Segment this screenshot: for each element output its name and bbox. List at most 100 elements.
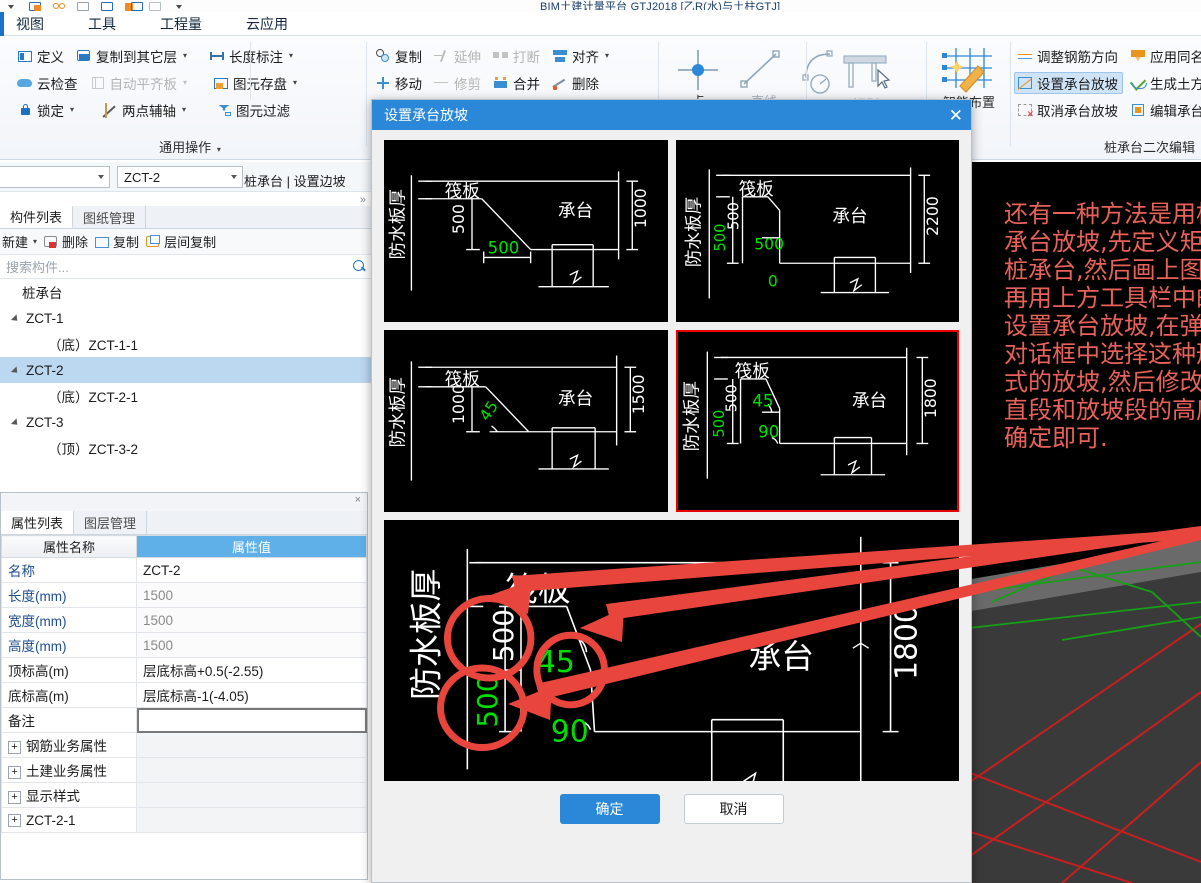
close-icon[interactable]: ×: [355, 494, 361, 506]
tree-node-zct-2[interactable]: ZCT-2: [0, 357, 372, 383]
ribbon-lock-button[interactable]: 锁定 ▾: [14, 99, 79, 121]
expander-icon[interactable]: [12, 365, 22, 375]
ribbon-set-cap-slope-button[interactable]: 设置承台放坡: [1014, 71, 1123, 94]
ribbon-element-filter-button[interactable]: 图元过滤: [213, 99, 295, 121]
save-icon[interactable]: [28, 1, 43, 12]
slope-diagram-1: 防水板厚 筏板 承台 500 500 1000: [389, 171, 650, 291]
chevron-down-icon[interactable]: ▾: [217, 145, 221, 154]
chevron-down-icon[interactable]: ▾: [605, 51, 609, 60]
delete-icon: [552, 75, 568, 91]
more-icon[interactable]: [172, 1, 187, 12]
ribbon-break-button[interactable]: 打断: [490, 45, 545, 67]
ribbon-generate-earthwork-button[interactable]: 生成土方: [1127, 72, 1201, 94]
expander-icon[interactable]: [12, 313, 22, 323]
ribbon-auto-align-slab-button[interactable]: 自动平齐板 ▾: [87, 72, 193, 94]
slope-option-1[interactable]: 防水板厚 筏板 承台 500 500 1000: [384, 140, 668, 322]
new-component-button[interactable]: 新建 ▾: [2, 232, 37, 251]
tree-node-zct-3[interactable]: ZCT-3: [0, 409, 372, 435]
prop-value[interactable]: 1500: [136, 607, 367, 633]
ribbon-copy-to-layer-button[interactable]: 复制到其它层 ▾: [73, 45, 192, 67]
ribbon-align-button[interactable]: 对齐 ▾: [549, 45, 614, 67]
quick-access-toolbar[interactable]: BIM土建计量平台 GTJ2018 [乙R(水)与土柱GTJ]: [0, 0, 1201, 12]
ribbon-length-dimension-button[interactable]: 长度标注 ▾: [206, 45, 298, 67]
tab-layer-manage[interactable]: 图层管理: [74, 511, 148, 534]
expand-icon[interactable]: +: [8, 814, 21, 828]
menu-item-quantity[interactable]: 工程量: [158, 14, 204, 36]
delete-component-button[interactable]: 删除: [43, 232, 88, 251]
component-combo[interactable]: ZCT-2: [117, 166, 243, 188]
cancel-button[interactable]: 取消: [683, 794, 784, 824]
ribbon-trim-button[interactable]: 修剪: [431, 72, 486, 94]
ribbon-define-button[interactable]: 定义: [14, 45, 69, 67]
export-icon[interactable]: [124, 1, 143, 12]
ribbon-apply-same-name-button[interactable]: 应用同名: [1127, 45, 1201, 67]
panel-collapse-icon[interactable]: »: [360, 194, 366, 206]
ribbon-adjust-rebar-direction-button[interactable]: 调整钢筋方向: [1014, 45, 1123, 67]
slope-option-3[interactable]: 防水板厚 筏板 承台 1000 45 1500: [384, 330, 668, 512]
chevron-down-icon[interactable]: ▾: [182, 105, 186, 114]
slope-option-4[interactable]: 防水板厚 筏板 承台 500 500 45 90 1800: [675, 330, 959, 512]
expand-icon[interactable]: +: [8, 790, 21, 804]
ribbon-two-point-axis-button[interactable]: 两点辅轴 ▾: [99, 99, 191, 121]
chevron-down-icon[interactable]: ▾: [183, 51, 187, 60]
view-icon[interactable]: [148, 1, 163, 12]
ribbon-merge-button[interactable]: 合并: [490, 72, 545, 94]
close-icon[interactable]: ✕: [949, 107, 963, 124]
ribbon-cancel-cap-slope-button[interactable]: 取消承台放坡: [1014, 99, 1123, 121]
prop-value[interactable]: 层底标高+0.5(-2.55): [136, 657, 367, 683]
category-combo[interactable]: 桩承台: [0, 166, 110, 188]
prop-value[interactable]: 1500: [136, 582, 367, 608]
tree-node-zct-1[interactable]: ZCT-1: [0, 305, 372, 331]
ribbon-cloud-check-button[interactable]: 云检查: [14, 72, 83, 94]
chevron-down-icon[interactable]: ▾: [33, 237, 37, 246]
ribbon-copy-button[interactable]: 复制: [372, 45, 427, 67]
glasses-icon[interactable]: [52, 1, 67, 12]
menu-item-tools[interactable]: 工具: [86, 14, 118, 36]
prop-group-zct-2-1[interactable]: + ZCT-2-1: [1, 807, 137, 833]
prop-value[interactable]: 1500: [136, 632, 367, 658]
menu-item-view[interactable]: 视图: [14, 14, 46, 36]
cap-label: 承台: [832, 207, 867, 227]
dimension-icon[interactable]: [100, 1, 115, 12]
point-tool-button[interactable]: 点: [668, 44, 728, 109]
chevron-down-icon[interactable]: ▾: [289, 51, 293, 60]
ribbon-element-save-button[interactable]: 图元存盘 ▾: [210, 72, 302, 94]
chevron-down-icon[interactable]: [231, 175, 237, 179]
expand-icon[interactable]: +: [8, 740, 21, 754]
chevron-down-icon[interactable]: ▾: [70, 105, 74, 114]
ribbon-move-button[interactable]: 移动: [372, 72, 427, 94]
chevron-down-icon[interactable]: ▾: [183, 78, 187, 87]
tab-component-list[interactable]: 构件列表: [0, 206, 74, 228]
copy-component-button[interactable]: 复制: [94, 232, 139, 251]
copy-between-layers-button[interactable]: 层间复制: [145, 232, 216, 251]
prop-group-display[interactable]: + 显示样式: [1, 782, 137, 808]
prop-value[interactable]: ZCT-2: [136, 557, 367, 583]
prop-value-remark-input[interactable]: [136, 707, 367, 733]
expander-icon[interactable]: [8, 287, 18, 297]
chevron-down-icon[interactable]: ▾: [293, 78, 297, 87]
expand-icon[interactable]: +: [8, 765, 21, 779]
search-icon[interactable]: [353, 260, 366, 273]
tree-node-zct-1-1[interactable]: （底）ZCT-1-1: [0, 331, 372, 357]
prop-group-civil[interactable]: + 土建业务属性: [1, 757, 137, 783]
component-search-row[interactable]: 搜索构件...: [0, 255, 372, 279]
slope-option-2[interactable]: 防水板厚 筏板 承台 500 500 500 0 2200: [675, 140, 959, 322]
ribbon-edit-cap-button[interactable]: 编辑承台: [1127, 99, 1201, 121]
chevron-down-icon[interactable]: [98, 175, 104, 179]
ribbon-extend-button[interactable]: 延伸: [431, 45, 486, 67]
expander-icon[interactable]: [12, 417, 22, 427]
prop-group-rebar[interactable]: + 钢筋业务属性: [1, 732, 137, 758]
confirm-button[interactable]: 确定: [559, 794, 660, 824]
tree-node-root[interactable]: 桩承台: [0, 279, 372, 305]
tab-drawing-manage[interactable]: 图纸管理: [73, 206, 147, 228]
menu-item-cloud[interactable]: 云应用: [244, 14, 290, 36]
line-tool-button[interactable]: 直线: [734, 44, 794, 109]
search-input[interactable]: 搜索构件...: [6, 257, 69, 276]
tree-node-zct-3-2[interactable]: （顶）ZCT-3-2: [0, 435, 372, 461]
ribbon-delete-button[interactable]: 删除: [549, 72, 604, 94]
tab-property-list[interactable]: 属性列表: [1, 511, 75, 534]
prop-value[interactable]: 层底标高-1(-4.05): [136, 682, 367, 708]
tree-node-zct-2-1[interactable]: （底）ZCT-2-1: [0, 383, 372, 409]
dropdown-arrow-icon[interactable]: [4, 1, 19, 12]
undo-icon[interactable]: [76, 1, 91, 12]
